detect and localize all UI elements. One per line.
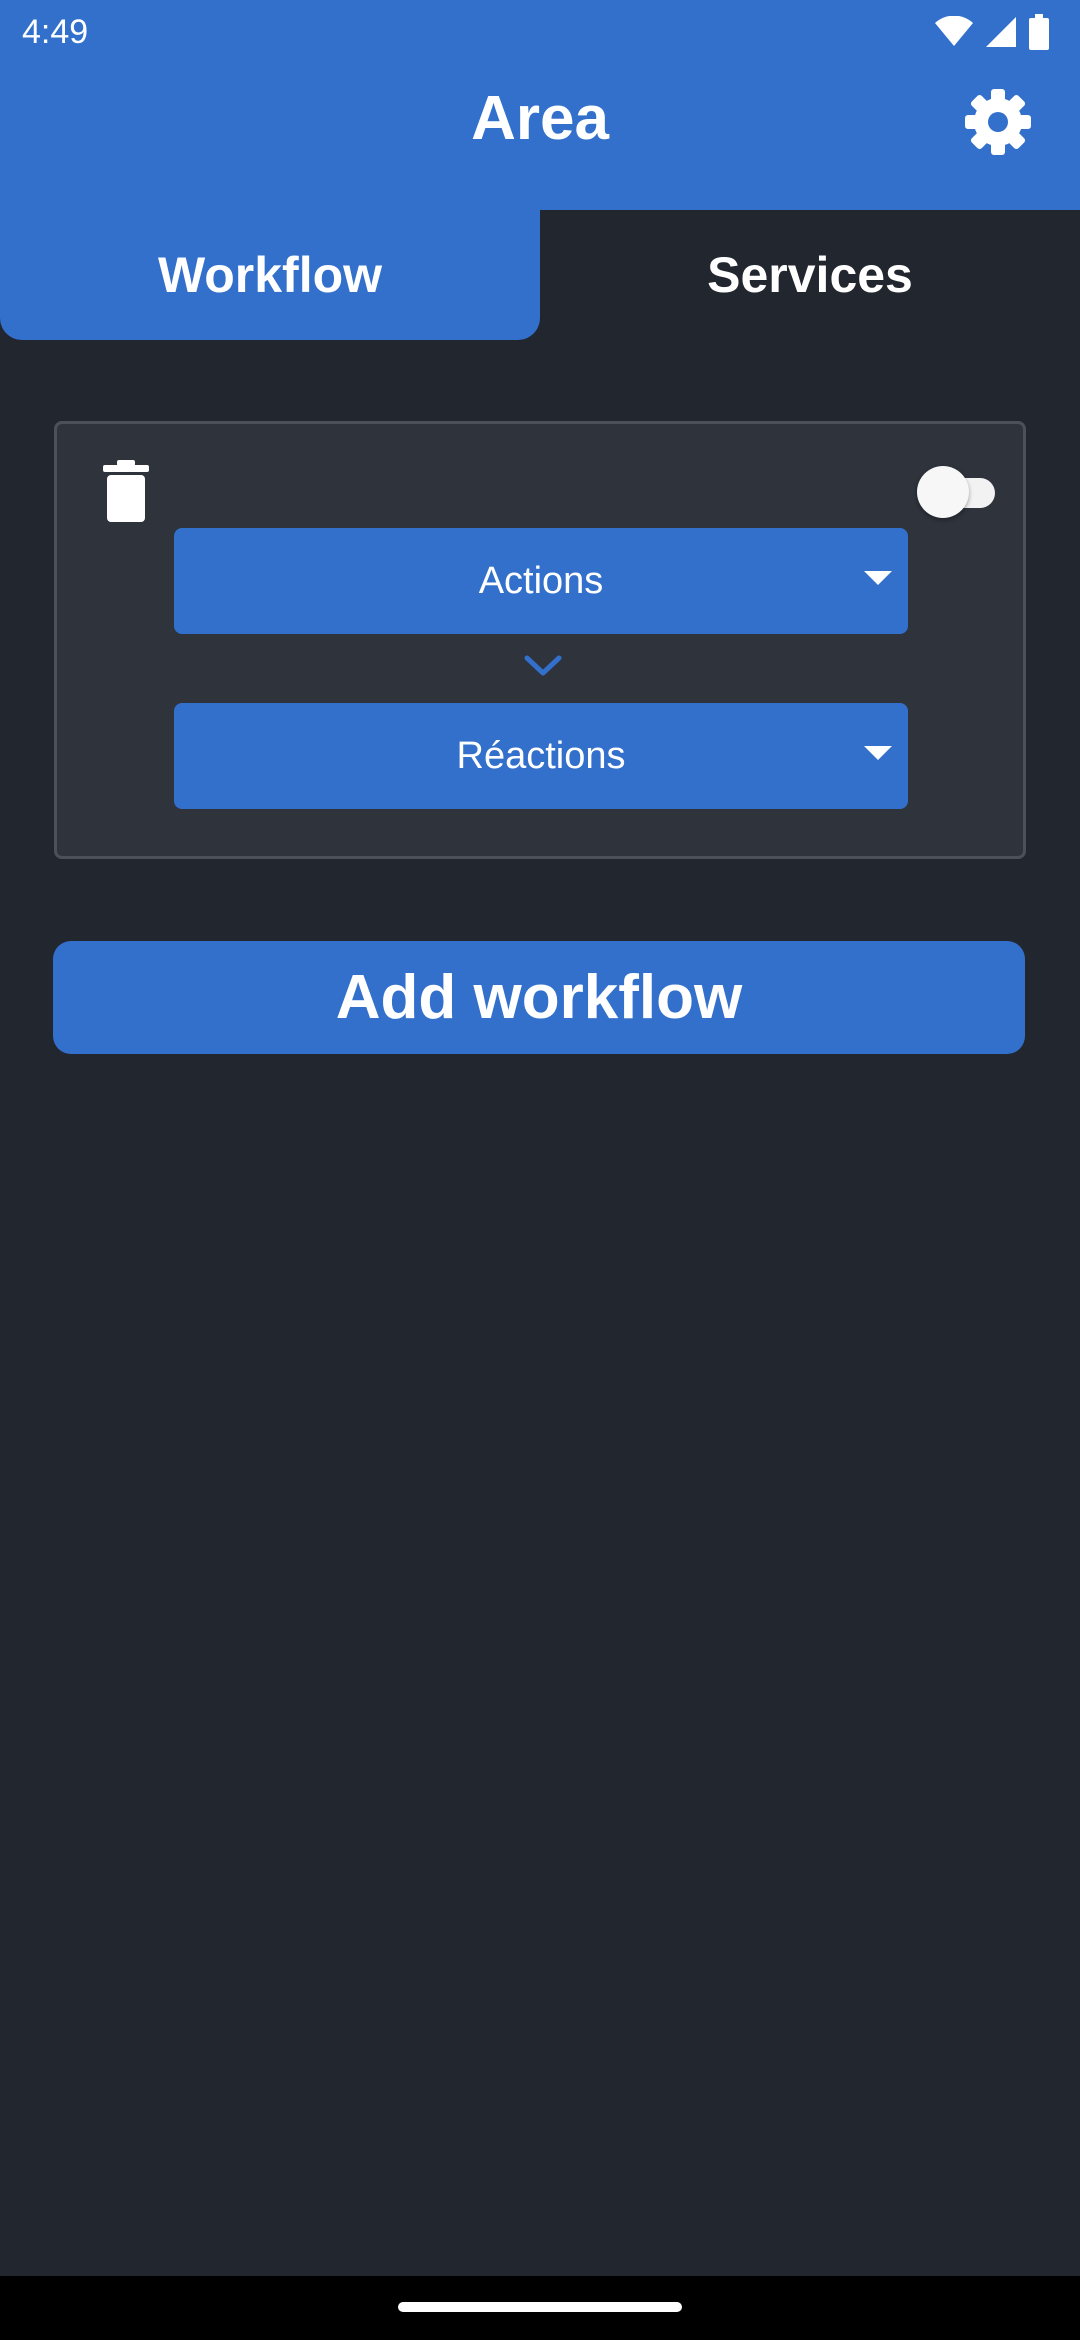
tab-services[interactable]: Services bbox=[540, 210, 1080, 340]
add-workflow-button[interactable]: Add workflow bbox=[53, 941, 1025, 1054]
toggle-thumb bbox=[917, 466, 969, 518]
tab-workflow[interactable]: Workflow bbox=[0, 210, 540, 340]
caret-down-icon bbox=[864, 571, 892, 585]
home-handle[interactable] bbox=[398, 2302, 682, 2312]
delete-workflow-button[interactable] bbox=[99, 460, 153, 524]
tab-bar: Workflow Services bbox=[0, 210, 1080, 340]
system-nav-bar bbox=[0, 2276, 1080, 2340]
chevron-down-icon bbox=[524, 655, 562, 676]
wifi-icon bbox=[935, 16, 973, 46]
app-bar: Area bbox=[0, 64, 1080, 210]
status-time: 4:49 bbox=[22, 13, 89, 51]
settings-button[interactable] bbox=[958, 82, 1038, 162]
battery-icon bbox=[1029, 14, 1049, 50]
reactions-dropdown-label: Réactions bbox=[456, 734, 626, 777]
workflow-enabled-toggle[interactable] bbox=[913, 464, 1003, 520]
trash-icon bbox=[103, 460, 149, 522]
status-icons bbox=[934, 12, 1050, 52]
reactions-dropdown[interactable]: Réactions bbox=[174, 703, 908, 809]
app-title: Area bbox=[471, 84, 609, 153]
workflow-card: Actions Réactions bbox=[54, 421, 1026, 859]
gear-icon bbox=[965, 89, 1031, 155]
signal-icon bbox=[986, 17, 1016, 47]
actions-dropdown[interactable]: Actions bbox=[174, 528, 908, 634]
caret-down-icon bbox=[864, 746, 892, 760]
status-bar: 4:49 bbox=[0, 0, 1080, 64]
actions-dropdown-label: Actions bbox=[478, 559, 604, 602]
